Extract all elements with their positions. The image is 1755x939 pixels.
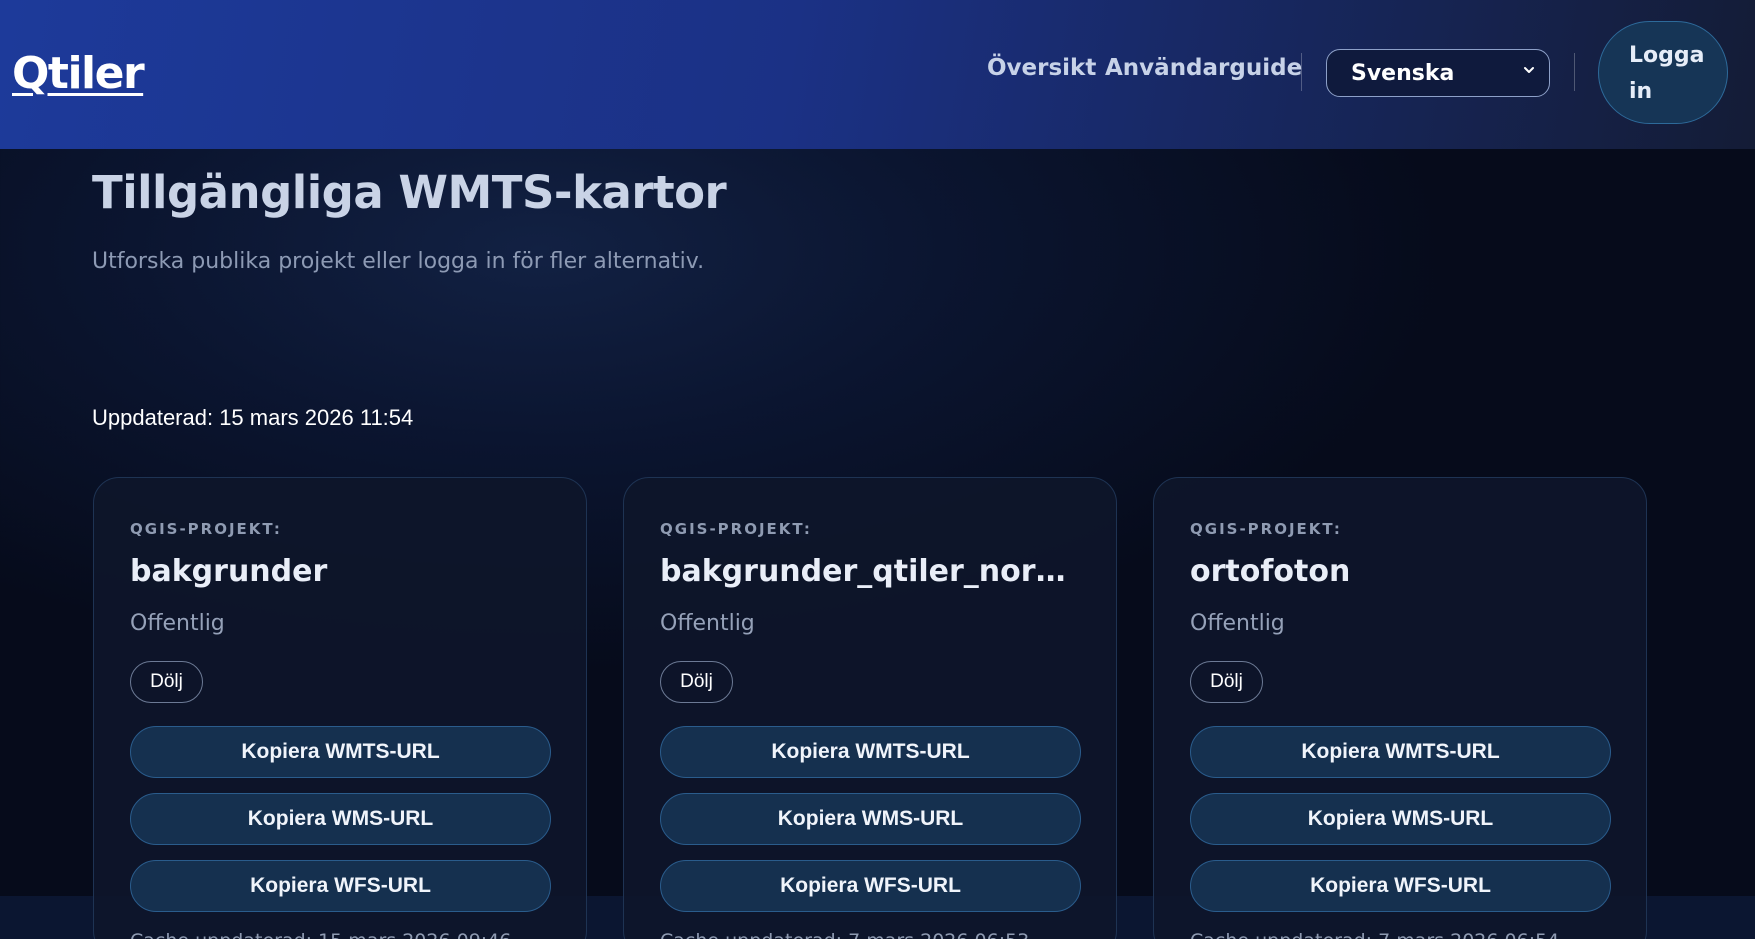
visibility-status: Offentlig: [130, 611, 225, 636]
cache-updated-text: Cache uppdaterad: 7 mars 2026 06:54: [1190, 930, 1559, 939]
project-label: QGIS-PROJEKT:: [130, 520, 282, 538]
project-label: QGIS-PROJEKT:: [1190, 520, 1342, 538]
visibility-status: Offentlig: [1190, 611, 1285, 636]
copy-wfs-url-button[interactable]: Kopiera WFS-URL: [1190, 860, 1611, 912]
login-button[interactable]: Logga in: [1598, 21, 1728, 124]
copy-wmts-url-button[interactable]: Kopiera WMTS-URL: [130, 726, 551, 778]
hide-button[interactable]: Dölj: [1190, 661, 1263, 703]
chevron-down-icon: [1524, 67, 1534, 73]
nav-overview-link[interactable]: Översikt: [987, 55, 1096, 81]
logo-link[interactable]: Qtiler: [12, 48, 145, 99]
nav-divider: [1301, 53, 1302, 91]
copy-wms-url-button[interactable]: Kopiera WMS-URL: [130, 793, 551, 845]
nav-divider: [1574, 53, 1575, 91]
cache-updated-text: Cache uppdaterad: 7 mars 2026 06:53: [660, 930, 1029, 939]
project-card: QGIS-PROJEKT: bakgrunder_qtiler_norge_… …: [623, 477, 1117, 939]
project-name: ortofoton: [1190, 554, 1351, 589]
visibility-status: Offentlig: [660, 611, 755, 636]
top-header: Qtiler Översikt Användarguide Svenska Lo…: [0, 0, 1755, 149]
project-card: QGIS-PROJEKT: bakgrunder Offentlig Dölj …: [93, 477, 587, 939]
language-select[interactable]: Svenska: [1326, 49, 1550, 97]
copy-wms-url-button[interactable]: Kopiera WMS-URL: [1190, 793, 1611, 845]
page-subtitle: Utforska publika projekt eller logga in …: [92, 249, 705, 274]
project-label: QGIS-PROJEKT:: [660, 520, 812, 538]
copy-wmts-url-button[interactable]: Kopiera WMTS-URL: [660, 726, 1081, 778]
page-title: Tillgängliga WMTS-kartor: [92, 166, 727, 219]
copy-wmts-url-button[interactable]: Kopiera WMTS-URL: [1190, 726, 1611, 778]
cache-updated-text: Cache uppdaterad: 15 mars 2026 09:46: [130, 930, 511, 939]
project-card: QGIS-PROJEKT: ortofoton Offentlig Dölj K…: [1153, 477, 1647, 939]
copy-wfs-url-button[interactable]: Kopiera WFS-URL: [660, 860, 1081, 912]
project-name: bakgrunder_qtiler_norge_…: [660, 554, 1085, 589]
hide-button[interactable]: Dölj: [660, 661, 733, 703]
copy-wms-url-button[interactable]: Kopiera WMS-URL: [660, 793, 1081, 845]
updated-timestamp: Uppdaterad: 15 mars 2026 11:54: [92, 405, 414, 430]
project-name: bakgrunder: [130, 554, 328, 589]
copy-wfs-url-button[interactable]: Kopiera WFS-URL: [130, 860, 551, 912]
nav-guide-link[interactable]: Användarguide: [1105, 55, 1302, 81]
hide-button[interactable]: Dölj: [130, 661, 203, 703]
language-selected-value: Svenska: [1351, 60, 1455, 86]
